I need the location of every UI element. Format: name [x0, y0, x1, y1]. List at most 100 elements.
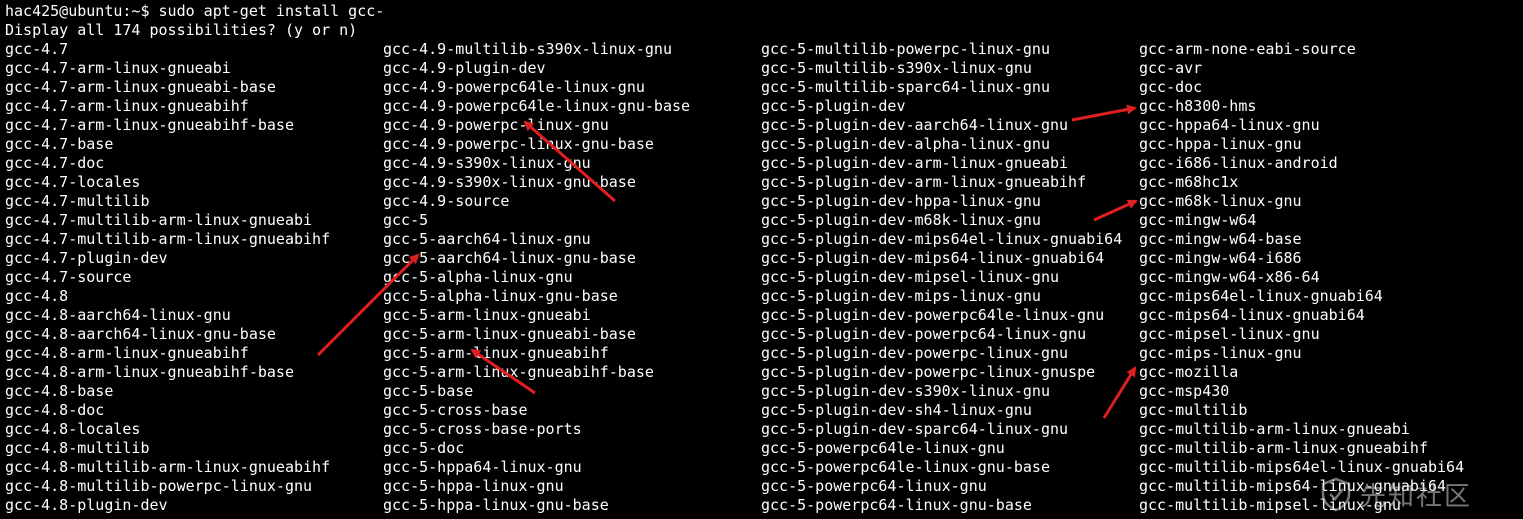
- arrow-to-mozilla: [1102, 366, 1137, 419]
- completion-item: gcc-4.8-plugin-dev: [5, 496, 168, 514]
- completion-item: gcc-4.8-arm-linux-gnueabihf: [5, 344, 249, 362]
- completion-item: gcc-5-powerpc64le-linux-gnu-base: [761, 458, 1050, 476]
- completion-item: gcc-4.8-base: [5, 382, 114, 400]
- completion-item: gcc-4.7-plugin-dev: [5, 249, 168, 267]
- completion-item: gcc-5-plugin-dev-powerpc-linux-gnuspe: [761, 363, 1096, 381]
- completion-item: gcc-4.8-multilib: [5, 439, 150, 457]
- completion-item: gcc-mips64-linux-gnuabi64: [1139, 306, 1365, 324]
- completion-item: gcc-4.9-powerpc64le-linux-gnu: [383, 78, 645, 96]
- completion-item: gcc-mips-linux-gnu: [1139, 344, 1302, 362]
- completion-item: gcc-5-cross-base-ports: [383, 420, 582, 438]
- arrow-to-m68k-linux-gnu: [1093, 199, 1138, 222]
- completion-item: gcc-5-plugin-dev: [761, 97, 906, 115]
- completion-item: gcc-5-base: [383, 382, 474, 400]
- completion-item: gcc-5-hppa-linux-gnu: [383, 477, 564, 495]
- completion-item: gcc-m68k-linux-gnu: [1139, 192, 1302, 210]
- completion-item: gcc-5-aarch64-linux-gnu-base: [383, 249, 636, 267]
- prompt-line: hac425@ubuntu:~$ sudo apt-get install gc…: [5, 2, 385, 20]
- completion-item: gcc-h8300-hms: [1139, 97, 1257, 115]
- completion-item: gcc-4.9-powerpc64le-linux-gnu-base: [383, 97, 691, 115]
- completion-item: gcc-5-plugin-dev-hppa-linux-gnu: [761, 192, 1041, 210]
- completion-item: gcc-4.8-multilib-powerpc-linux-gnu: [5, 477, 313, 495]
- completion-item: gcc-5-alpha-linux-gnu: [383, 268, 573, 286]
- completion-item: gcc-5-plugin-dev-m68k-linux-gnu: [761, 211, 1041, 229]
- completion-item: gcc-4.7-arm-linux-gnueabihf-base: [5, 116, 294, 134]
- completion-item: gcc-5-plugin-dev-mips64el-linux-gnuabi64: [761, 230, 1123, 248]
- completion-item: gcc-5-cross-base: [383, 401, 528, 419]
- completion-item: gcc-5-aarch64-linux-gnu: [383, 230, 591, 248]
- completion-item: gcc-4.7-locales: [5, 173, 141, 191]
- completion-item: gcc-multilib-arm-linux-gnueabihf: [1139, 439, 1428, 457]
- completion-item: gcc-hppa64-linux-gnu: [1139, 116, 1320, 134]
- completion-item: gcc-5-powerpc64-linux-gnu-base: [761, 496, 1032, 514]
- completion-item: gcc-mingw-w64-base: [1139, 230, 1302, 248]
- completion-item: gcc-4.9-s390x-linux-gnu-base: [383, 173, 636, 191]
- completion-item: gcc-5-plugin-dev-powerpc64-linux-gnu: [761, 325, 1087, 343]
- completion-item: gcc-5-multilib-sparc64-linux-gnu: [761, 78, 1050, 96]
- completion-item: gcc-msp430: [1139, 382, 1230, 400]
- completion-item: gcc-4.7-doc: [5, 154, 105, 172]
- completion-item: gcc-4.8: [5, 287, 69, 305]
- completion-item: gcc-multilib-arm-linux-gnueabi: [1139, 420, 1410, 438]
- completion-item: gcc-mozilla: [1139, 363, 1239, 381]
- completion-item: gcc-4.8-aarch64-linux-gnu-base: [5, 325, 276, 343]
- completion-item: gcc-4.7-source: [5, 268, 132, 286]
- completion-item: gcc-5-plugin-dev-arm-linux-gnueabihf: [761, 173, 1087, 191]
- completion-item: gcc-mipsel-linux-gnu: [1139, 325, 1320, 343]
- completion-item: gcc-mingw-w64: [1139, 211, 1257, 229]
- completion-item: gcc-4.8-doc: [5, 401, 105, 419]
- completion-item: gcc-4.7: [5, 40, 69, 58]
- completion-item: gcc-avr: [1139, 59, 1203, 77]
- completion-item: gcc-5-plugin-dev-aarch64-linux-gnu: [761, 116, 1069, 134]
- completion-item: gcc-mingw-w64-i686: [1139, 249, 1302, 267]
- completion-item: gcc-4.9-multilib-s390x-linux-gnu: [383, 40, 672, 58]
- completion-item: gcc-hppa-linux-gnu: [1139, 135, 1302, 153]
- completion-item: gcc-5-alpha-linux-gnu-base: [383, 287, 618, 305]
- completion-item: gcc-4.9-s390x-linux-gnu: [383, 154, 591, 172]
- completion-item: gcc-5-arm-linux-gnueabi: [383, 306, 591, 324]
- completion-item: gcc-5-doc: [383, 439, 465, 457]
- completion-item: gcc-5-plugin-dev-mips64-linux-gnuabi64: [761, 249, 1105, 267]
- completion-item: gcc-m68hc1x: [1139, 173, 1239, 191]
- completion-item: gcc-5-plugin-dev-sparc64-linux-gnu: [761, 420, 1069, 438]
- completion-item: gcc-4.8-multilib-arm-linux-gnueabihf: [5, 458, 331, 476]
- completion-item: gcc-5-hppa64-linux-gnu: [383, 458, 582, 476]
- completion-item: gcc-4.8-arm-linux-gnueabihf-base: [5, 363, 294, 381]
- completion-item: gcc-5-plugin-dev-alpha-linux-gnu: [761, 135, 1050, 153]
- arrow-to-h8300-hms: [1071, 104, 1137, 122]
- completion-item: gcc-5-plugin-dev-powerpc-linux-gnu: [761, 344, 1069, 362]
- completion-item: gcc-mingw-w64-x86-64: [1139, 268, 1320, 286]
- completion-item: gcc-4.9-source: [383, 192, 510, 210]
- shield-icon: [1321, 477, 1351, 512]
- completion-item: gcc-mips64el-linux-gnuabi64: [1139, 287, 1383, 305]
- completion-item: gcc-5-plugin-dev-mips-linux-gnu: [761, 287, 1041, 305]
- completion-item: gcc-5-arm-linux-gnueabihf-base: [383, 363, 654, 381]
- completion-item: gcc-4.7-arm-linux-gnueabi: [5, 59, 231, 77]
- completion-item: gcc-4.9-plugin-dev: [383, 59, 546, 77]
- completion-item: gcc-4.9-powerpc-linux-gnu: [383, 116, 609, 134]
- watermark-logo: 先知社区: [1318, 474, 1518, 514]
- completion-item: gcc-4.7-multilib-arm-linux-gnueabi: [5, 211, 313, 229]
- completion-item: gcc-5-arm-linux-gnueabi-base: [383, 325, 636, 343]
- completion-item: gcc-doc: [1139, 78, 1203, 96]
- terminal-window[interactable]: hac425@ubuntu:~$ sudo apt-get install gc…: [0, 0, 1523, 519]
- watermark-text: 先知社区: [1360, 481, 1473, 512]
- completion-item: gcc-5-hppa-linux-gnu-base: [383, 496, 609, 514]
- completion-item: gcc-5-plugin-dev-mipsel-linux-gnu: [761, 268, 1060, 286]
- completion-item: gcc-4.8-locales: [5, 420, 141, 438]
- completion-item: gcc-5-powerpc64le-linux-gnu: [761, 439, 1005, 457]
- possibilities-question: Display all 174 possibilities? (y or n): [5, 21, 358, 39]
- completion-item: gcc-i686-linux-android: [1139, 154, 1338, 172]
- completion-item: gcc-4.7-multilib: [5, 192, 150, 210]
- completion-item: gcc-4.7-arm-linux-gnueabihf: [5, 97, 249, 115]
- completion-item: gcc-5-multilib-s390x-linux-gnu: [761, 59, 1032, 77]
- completion-item: gcc-5-plugin-dev-powerpc64le-linux-gnu: [761, 306, 1105, 324]
- completion-item: gcc-5-plugin-dev-arm-linux-gnueabi: [761, 154, 1069, 172]
- completion-item: gcc-5-powerpc64-linux-gnu: [761, 477, 987, 495]
- completion-item: gcc-4.9-powerpc-linux-gnu-base: [383, 135, 654, 153]
- completion-item: gcc-5: [383, 211, 429, 229]
- completion-item: gcc-4.7-arm-linux-gnueabi-base: [5, 78, 276, 96]
- completion-item: gcc-4.7-multilib-arm-linux-gnueabihf: [5, 230, 331, 248]
- completion-item: gcc-arm-none-eabi-source: [1139, 40, 1356, 58]
- completion-item: gcc-5-plugin-dev-s390x-linux-gnu: [761, 382, 1050, 400]
